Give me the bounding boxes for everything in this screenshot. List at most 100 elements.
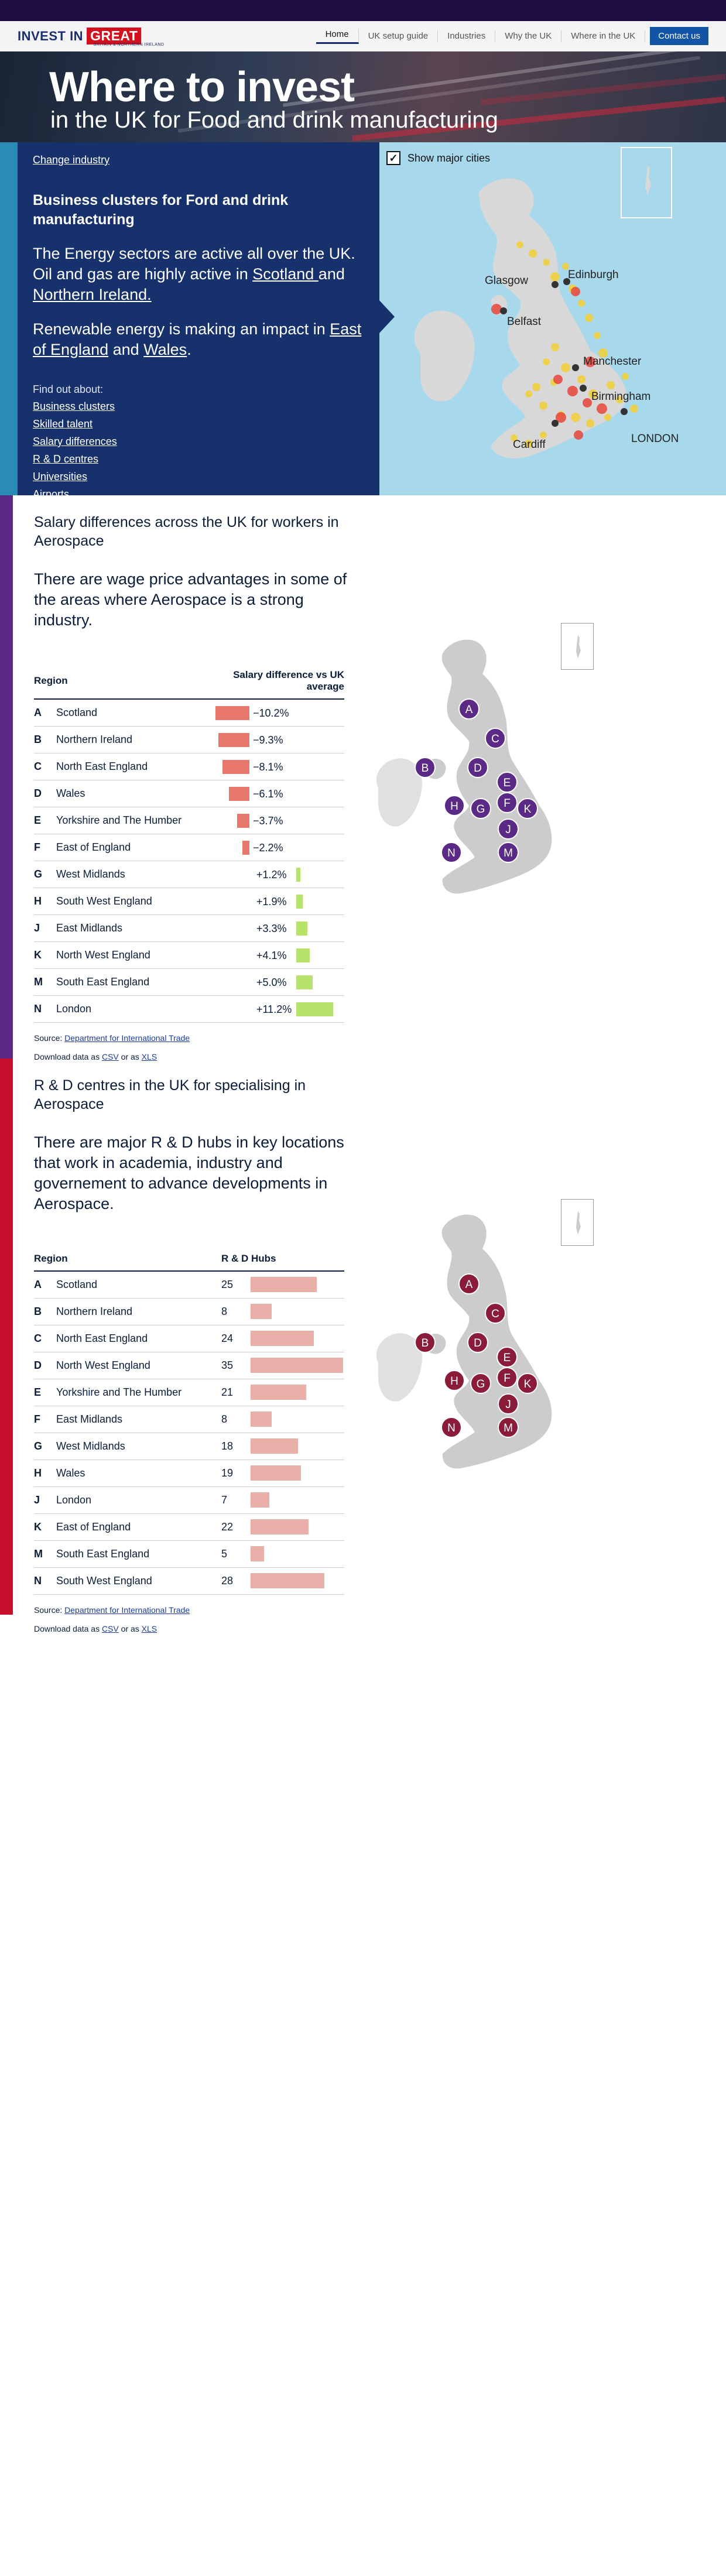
salary-bar	[237, 813, 249, 828]
salary-positive-bar-cell	[296, 861, 344, 888]
salary-table: Region Salary difference vs UK average A…	[34, 663, 344, 1023]
nav-industries[interactable]: Industries	[438, 30, 496, 42]
map-marker-k[interactable]: K	[517, 798, 538, 819]
salary-value-label: +3.3%	[256, 922, 287, 934]
salary-positive-bar-cell	[296, 807, 344, 834]
map-marker-j[interactable]: J	[498, 1393, 519, 1414]
map-marker-h[interactable]: H	[444, 1370, 465, 1391]
map-marker-label: J	[505, 824, 511, 836]
map-marker-e[interactable]: E	[496, 772, 518, 793]
salary-positive-bar-cell	[296, 995, 344, 1023]
map-marker-label: J	[505, 1399, 511, 1411]
rd-row: F East Midlands 8	[34, 1406, 344, 1433]
uk-cluster-map[interactable]: Edinburgh Glasgow Belfast Manchester Bir…	[379, 142, 708, 495]
map-marker-m[interactable]: M	[498, 842, 519, 863]
region-letter: F	[34, 834, 56, 861]
map-marker-label: G	[477, 1378, 485, 1390]
rd-centres-link[interactable]: R & D centres	[33, 453, 98, 465]
map-marker-a[interactable]: A	[458, 698, 480, 720]
northern-ireland-link[interactable]: Northern Ireland.	[33, 286, 152, 303]
map-marker-label: D	[474, 1337, 482, 1349]
rd-hub-count: 25	[221, 1271, 251, 1299]
rd-col-value: R & D Hubs	[221, 1247, 344, 1272]
map-marker-f[interactable]: F	[496, 792, 518, 813]
scotland-link[interactable]: Scotland	[252, 265, 319, 283]
nav-why-the-uk[interactable]: Why the UK	[495, 30, 562, 42]
universities-link[interactable]: Universities	[33, 471, 87, 482]
salary-bar-cell: −6.1%	[203, 780, 296, 807]
map-marker-k[interactable]: K	[517, 1373, 538, 1394]
map-marker-d[interactable]: D	[467, 1332, 488, 1353]
region-name: South East England	[56, 968, 203, 996]
region-name: South West England	[56, 888, 203, 915]
intro-panel: Change industry Business clusters for Fo…	[18, 142, 395, 500]
skilled-talent-link[interactable]: Skilled talent	[33, 418, 93, 430]
region-name: West Midlands	[56, 1433, 221, 1460]
change-industry-link[interactable]: Change industry	[33, 154, 109, 166]
wales-link[interactable]: Wales	[143, 341, 187, 358]
map-marker-m[interactable]: M	[498, 1417, 519, 1438]
region-letter: K	[34, 941, 56, 969]
hero-title: Where to invest	[49, 64, 355, 111]
map-marker-e[interactable]: E	[496, 1347, 518, 1368]
salary-section: Salary differences across the UK for wor…	[0, 495, 726, 1061]
download-label: Download data as	[34, 1623, 102, 1633]
salary-differences-link[interactable]: Salary differences	[33, 436, 117, 447]
salary-bar	[296, 867, 300, 882]
nav-where-in-the-uk[interactable]: Where in the UK	[561, 30, 646, 42]
cluster-map-panel: ✓ Show major cities Edinburgh Glasgow Be…	[379, 142, 726, 495]
rd-csv-link[interactable]: CSV	[102, 1624, 119, 1633]
rd-xls-link[interactable]: XLS	[142, 1624, 157, 1633]
region-name: Wales	[56, 1460, 221, 1487]
site-logo[interactable]: INVEST IN GREAT	[18, 28, 142, 44]
map-marker-c[interactable]: C	[485, 728, 506, 749]
salary-bar	[296, 921, 307, 936]
rd-row: H Wales 19	[34, 1460, 344, 1487]
map-marker-a[interactable]: A	[458, 1273, 480, 1294]
region-name: South West England	[56, 1567, 221, 1595]
salary-bar	[222, 759, 249, 774]
salary-value-label: −10.2%	[253, 707, 289, 719]
rd-row: K East of England 22	[34, 1513, 344, 1541]
rd-row: M South East England 5	[34, 1540, 344, 1568]
map-marker-h[interactable]: H	[444, 795, 465, 816]
map-marker-n[interactable]: N	[441, 842, 462, 863]
region-letter: B	[34, 726, 56, 753]
rd-bar-cell	[251, 1486, 344, 1514]
nav-uk-setup-guide[interactable]: UK setup guide	[359, 30, 439, 42]
rd-hub-count: 21	[221, 1379, 251, 1406]
city-label-edinburgh: Edinburgh	[568, 269, 619, 281]
salary-source-link[interactable]: Department for International Trade	[64, 1033, 190, 1043]
city-label-cardiff: Cardiff	[513, 439, 546, 451]
intro-paragraph-1: The Energy sectors are active all over t…	[33, 244, 364, 305]
logo-text: INVEST IN	[18, 28, 84, 43]
salary-value-label: +5.0%	[256, 976, 287, 988]
map-marker-b[interactable]: B	[415, 757, 436, 778]
rd-row: G West Midlands 18	[34, 1433, 344, 1460]
rd-source-link[interactable]: Department for International Trade	[64, 1605, 190, 1615]
map-marker-n[interactable]: N	[441, 1417, 462, 1438]
map-marker-c[interactable]: C	[485, 1303, 506, 1324]
rd-bar	[251, 1519, 309, 1534]
map-marker-j[interactable]: J	[498, 818, 519, 840]
salary-positive-bar-cell	[296, 914, 344, 942]
map-marker-f[interactable]: F	[496, 1367, 518, 1388]
map-marker-g[interactable]: G	[470, 798, 491, 819]
contact-us-button[interactable]: Contact us	[650, 27, 708, 45]
business-clusters-link[interactable]: Business clusters	[33, 400, 115, 412]
region-name: East of England	[56, 1513, 221, 1541]
region-name: North West England	[56, 941, 203, 969]
salary-positive-bar-cell	[296, 968, 344, 996]
region-letter: G	[34, 861, 56, 888]
salary-row: B Northern Ireland −9.3%	[34, 726, 344, 753]
rd-row: A Scotland 25	[34, 1271, 344, 1299]
salary-bar-cell: −9.3%	[203, 726, 296, 753]
rd-heading: R & D centres in the UK for specialising…	[34, 1077, 306, 1112]
map-marker-b[interactable]: B	[415, 1332, 436, 1353]
region-letter: C	[34, 753, 56, 780]
map-marker-d[interactable]: D	[467, 757, 488, 778]
intro-text: and	[108, 341, 144, 358]
map-marker-g[interactable]: G	[470, 1373, 491, 1394]
nav-home[interactable]: Home	[316, 28, 359, 44]
map-marker-label: N	[447, 1422, 456, 1434]
